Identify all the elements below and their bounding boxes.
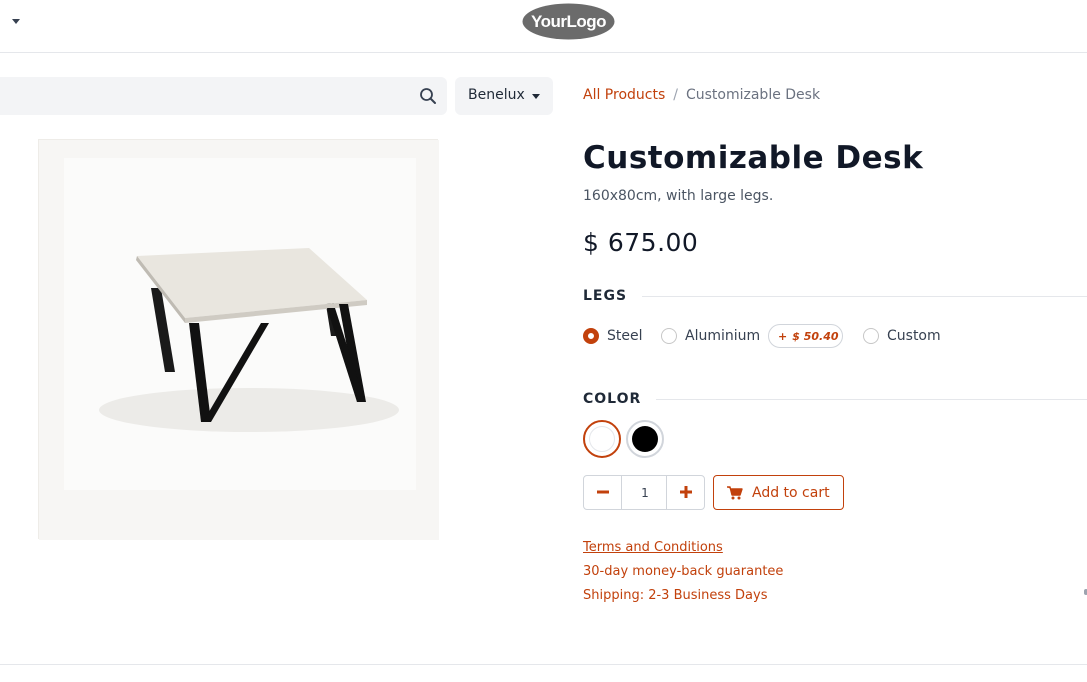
decrease-quantity-button[interactable] [584,476,622,509]
legs-aluminium-radio[interactable] [661,328,677,344]
search-bar [0,77,447,115]
minus-icon [596,490,609,494]
increase-quantity-button[interactable] [666,476,704,509]
search-input[interactable] [0,77,400,115]
breadcrumb: All Products / Customizable Desk [583,87,820,103]
product-price: $ 675.00 [583,228,699,257]
divider [656,399,1087,400]
swatch-fill [589,426,615,452]
site-header: YourLogo [0,0,1087,53]
color-swatch-black[interactable] [626,420,664,458]
desk-image [39,140,439,540]
legs-steel-radio[interactable] [583,328,599,344]
price-extra-value: $ 50.40 [792,330,839,343]
legs-custom-radio[interactable] [863,328,879,344]
swatch-fill [632,426,658,452]
attribute-color-heading: COLOR [583,391,642,407]
logo-image: YourLogo [522,3,615,40]
chevron-down-icon [532,94,540,99]
quantity-stepper [583,475,705,510]
divider [642,296,1087,297]
cart-icon [727,486,743,500]
terms-link[interactable]: Terms and Conditions [583,540,723,555]
price-extra-sign: + [778,330,788,343]
menu-toggle-caret-icon[interactable] [12,19,20,24]
pricelist-label: Benelux [468,87,525,103]
attribute-legs-heading: LEGS [583,288,628,304]
shipping-text: Shipping: 2-3 Business Days [583,588,768,603]
add-to-cart-label: Add to cart [752,485,830,501]
breadcrumb-separator: / [673,87,678,103]
pricelist-dropdown[interactable]: Benelux [455,77,553,115]
plus-icon [679,486,692,498]
color-swatch-white[interactable] [583,420,621,458]
add-to-cart-button[interactable]: Add to cart [713,475,844,510]
footer-divider [0,664,1087,665]
legs-aluminium-label[interactable]: Aluminium [685,328,760,344]
product-description: 160x80cm, with large legs. [583,188,774,204]
breadcrumb-all-products[interactable]: All Products [583,87,665,103]
legs-steel-label[interactable]: Steel [607,328,643,344]
price-extra-badge: + $ 50.40 [768,324,843,348]
product-title: Customizable Desk [583,140,924,176]
logo[interactable]: YourLogo [521,2,616,41]
logo-text: YourLogo [531,12,606,31]
breadcrumb-current: Customizable Desk [685,87,821,103]
product-image[interactable] [38,139,439,540]
search-icon[interactable] [419,87,437,105]
quantity-input[interactable] [623,476,667,509]
guarantee-text: 30-day money-back guarantee [583,564,784,579]
legs-custom-label[interactable]: Custom [887,328,941,344]
